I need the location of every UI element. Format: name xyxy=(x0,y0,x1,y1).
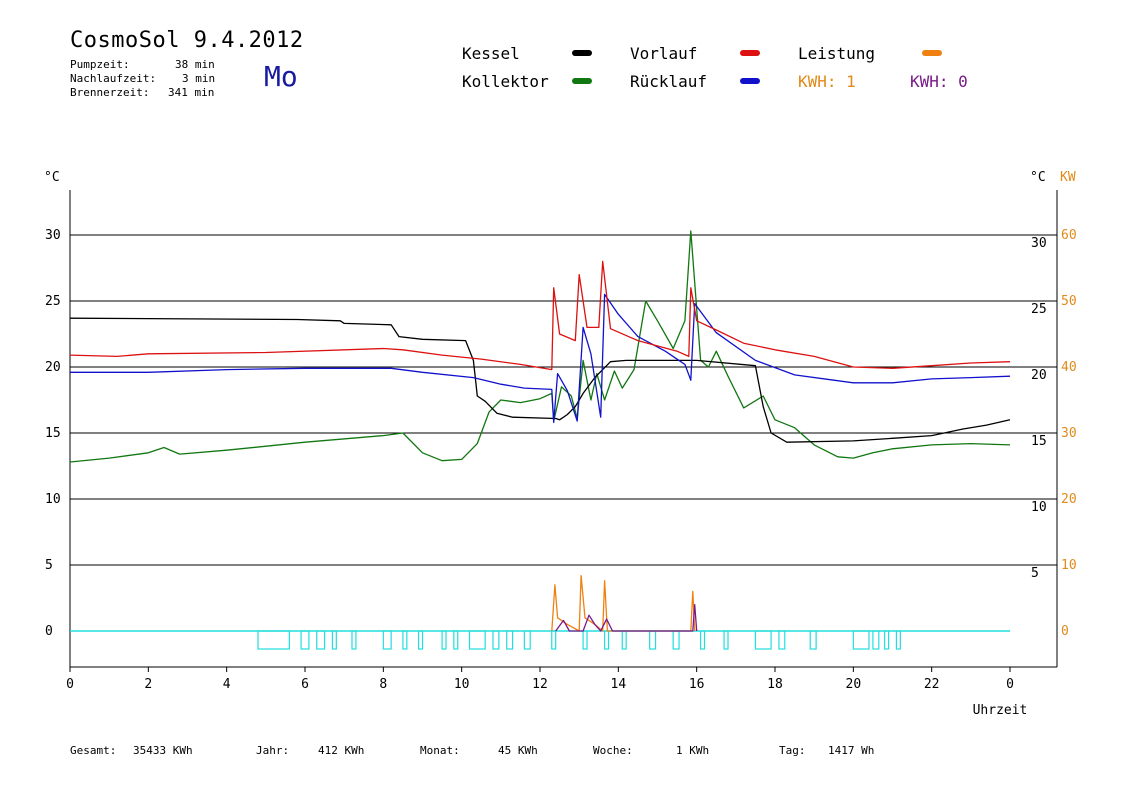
pump-segment-6 xyxy=(402,630,408,650)
pump-segment-1 xyxy=(300,630,310,650)
y-tick-right-10: 10 xyxy=(1031,500,1047,515)
pump-segment-4 xyxy=(351,630,357,650)
x-tick-11: 22 xyxy=(924,677,940,692)
footer-value-tag: 1417 Wh xyxy=(828,744,875,757)
y-tick-kw-60: 60 xyxy=(1061,228,1077,243)
pump-segment-0 xyxy=(257,630,290,650)
pump-segment-19 xyxy=(672,630,680,650)
pump-segment-23 xyxy=(778,630,786,650)
y-tick-left-0: 0 xyxy=(45,624,53,639)
pump-segment-17 xyxy=(621,630,627,650)
y-axis-label-kw: KW xyxy=(1060,170,1076,185)
series-line-r-cklauf xyxy=(70,293,1011,424)
pump-segment-21 xyxy=(723,630,729,650)
pump-segment-16 xyxy=(604,630,610,650)
footer-label-tag: Tag: xyxy=(779,744,806,757)
y-tick-right-5: 5 xyxy=(1031,566,1039,581)
y-tick-left-15: 15 xyxy=(45,426,61,441)
pump-segment-9 xyxy=(453,630,459,650)
series-line-kessel xyxy=(69,317,1011,443)
y-tick-left-5: 5 xyxy=(45,558,53,573)
pump-segment-7 xyxy=(417,630,424,650)
footer-label-woche: Woche: xyxy=(593,744,633,757)
footer-value-jahr: 412 KWh xyxy=(318,744,365,757)
series-line-kwh-0 xyxy=(555,603,698,632)
x-tick-10: 20 xyxy=(846,677,862,692)
y-tick-kw-30: 30 xyxy=(1061,426,1077,441)
y-axis-label-right: °C xyxy=(1030,170,1046,185)
footer-value-woche: 1 KWh xyxy=(676,744,710,757)
series-line-leistung xyxy=(551,574,696,632)
y-tick-right-30: 30 xyxy=(1031,236,1047,251)
x-tick-12: 0 xyxy=(1006,677,1014,692)
y-tick-kw-20: 20 xyxy=(1061,492,1077,507)
y-tick-right-25: 25 xyxy=(1031,302,1047,317)
y-tick-kw-40: 40 xyxy=(1061,360,1077,375)
y-tick-left-20: 20 xyxy=(45,360,61,375)
x-tick-4: 8 xyxy=(379,677,387,692)
footer-value-monat: 45 KWh xyxy=(498,744,538,757)
pump-segment-10 xyxy=(468,630,486,650)
y-axis-label-left: °C xyxy=(44,170,60,185)
series-line-vorlauf xyxy=(69,260,1011,371)
pump-segment-18 xyxy=(649,630,657,650)
pump-segment-26 xyxy=(872,630,880,650)
y-tick-left-30: 30 xyxy=(45,228,61,243)
x-tick-8: 16 xyxy=(689,677,705,692)
pump-segment-5 xyxy=(382,630,392,650)
y-tick-kw-10: 10 xyxy=(1061,558,1077,573)
pump-segment-13 xyxy=(523,630,531,650)
pump-segment-12 xyxy=(506,630,514,650)
y-tick-left-10: 10 xyxy=(45,492,61,507)
pump-segment-3 xyxy=(331,630,337,650)
footer-value-gesamt: 35433 KWh xyxy=(133,744,193,757)
x-tick-6: 12 xyxy=(532,677,548,692)
x-tick-7: 14 xyxy=(611,677,627,692)
y-tick-kw-50: 50 xyxy=(1061,294,1077,309)
pump-segment-27 xyxy=(884,630,890,650)
y-tick-right-15: 15 xyxy=(1031,434,1047,449)
pump-segment-28 xyxy=(895,630,901,650)
pump-segment-24 xyxy=(809,630,817,650)
pump-segment-2 xyxy=(316,630,326,650)
pump-segment-15 xyxy=(582,630,588,650)
pump-segment-22 xyxy=(754,630,772,650)
pump-segment-20 xyxy=(699,630,706,650)
footer-label-gesamt: Gesamt: xyxy=(70,744,117,757)
x-tick-9: 18 xyxy=(767,677,783,692)
y-tick-kw-0: 0 xyxy=(1061,624,1069,639)
pump-segment-8 xyxy=(441,630,447,650)
footer-label-jahr: Jahr: xyxy=(256,744,290,757)
footer-label-monat: Monat: xyxy=(420,744,460,757)
x-tick-2: 4 xyxy=(223,677,231,692)
series-line-kollektor xyxy=(69,230,1011,463)
x-tick-1: 2 xyxy=(144,677,152,692)
x-tick-3: 6 xyxy=(301,677,309,692)
pump-segment-11 xyxy=(492,630,500,650)
pump-segment-25 xyxy=(852,630,870,650)
x-tick-5: 10 xyxy=(454,677,470,692)
y-tick-right-20: 20 xyxy=(1031,368,1047,383)
x-axis-label: Uhrzeit xyxy=(973,703,1028,718)
x-tick-0: 0 xyxy=(66,677,74,692)
y-tick-left-25: 25 xyxy=(45,294,61,309)
pump-segment-14 xyxy=(551,630,557,650)
temperature-chart: 051015202530510152025300102030405060°C °C… xyxy=(44,170,1077,718)
